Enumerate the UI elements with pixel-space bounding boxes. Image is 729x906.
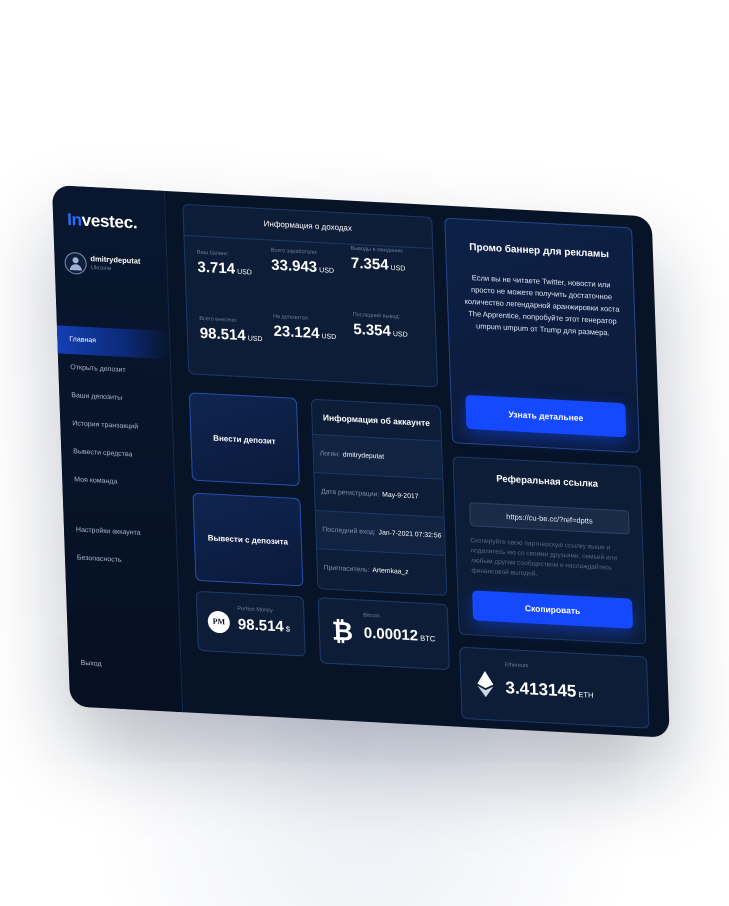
wallet-unit: $ [285,624,291,634]
perfect-money-icon: PM [207,610,231,634]
promo-text: Если вы не читаете Twitter, новости или … [464,273,620,338]
wallet-amount: 98.514 [237,616,285,636]
wallet-perfect-money: PM Perfect Money 98.514 $ [195,590,306,657]
stat-unit: USD [390,264,406,273]
account-row-inviter: Пригласитель: Artemkaa_z [317,548,447,593]
stat-on-deposits: На депозитах: 23.124 USD [273,314,350,345]
wallet-unit: ETH [578,689,594,700]
wallet-unit: BTC [419,633,436,644]
dashboard-window: Investec. dmitrydeputat Ukraine Главная … [52,185,670,738]
stat-value: 98.514 [199,324,246,345]
stat-unit: USD [237,268,253,277]
sidebar-nav: Главная Открыть депозит Ваши депозиты Ис… [56,325,178,578]
ethereum-icon [477,671,494,698]
scene: Investec. dmitrydeputat Ukraine Главная … [0,0,729,906]
wallet-value: 0.00012 BTC [364,625,436,646]
wallet-amount: 3.413145 [505,678,577,701]
wallet-value: 3.413145 ETH [505,678,594,703]
promo-banner: Промо баннер для рекламы Если вы не чита… [444,217,640,454]
promo-title: Промо баннер для рекламы [469,241,610,261]
bitcoin-icon: ₿ [331,615,354,647]
stat-value: 23.124 [273,322,320,343]
wallet-ethereum: Ethereum 3.413145 ETH [459,646,650,729]
account-key: Логин: [319,450,341,459]
wallet-name: Bitcoin [363,612,380,620]
stat-unit: USD [392,330,408,339]
stat-last-withdrawal: Последний вывод: 5.354 USD [353,312,430,343]
stat-balance: Ваш баланс: 3.714 USD [197,250,274,281]
stat-label: На депозитах: [272,313,310,322]
referral-link-field[interactable]: https://cu-be.cc/?ref=dptts [469,502,630,535]
stat-total-earned: Всего заработали: 33.943 USD [271,248,348,279]
referral-panel: Реферальная ссылка https://cu-be.cc/?ref… [452,456,647,645]
wallet-amount: 0.00012 [363,624,419,645]
account-value: Artemkaa_z [372,567,409,576]
user-profile[interactable]: dmitrydeputat Ukraine [64,251,161,285]
logo[interactable]: Investec. [67,210,138,234]
learn-more-button[interactable]: Узнать детальнее [465,394,627,438]
stat-value: 33.943 [270,256,318,276]
account-key: Последний вход: [322,526,376,537]
logo-suffix: vestec. [81,210,138,233]
wallet-bitcoin: ₿ Bitcoin 0.00012 BTC [317,597,450,671]
stat-pending-withdrawals: Выводы в ожидании: 7.354 USD [350,246,427,277]
stat-label: Ваш баланс: [196,249,230,258]
wallet-value: 98.514 $ [238,616,291,636]
withdraw-deposit-button[interactable]: Вывести с депозита [192,492,304,587]
account-key: Пригласитель: [323,564,370,574]
copy-button[interactable]: Скопировать [472,590,634,629]
logo-prefix: In [66,209,82,230]
account-info-panel: Информация об аккаунте Логин: dmitrydeput… [310,398,448,597]
referral-title: Реферальная ссылка [496,473,599,490]
stat-total-deposited: Всего внесено: 98.514 USD [199,316,276,347]
make-deposit-button[interactable]: Внести депозит [188,392,300,487]
stat-unit: USD [319,267,335,275]
stat-label: Последний вывод: [352,311,401,321]
sidebar: Investec. dmitrydeputat Ukraine Главная … [52,185,184,713]
stat-unit: USD [321,333,337,342]
referral-note: Скопируйте свою партнерскую ссылку выше … [470,537,618,578]
account-value: dmitrydeputat [342,451,385,461]
stat-value: 7.354 [350,254,389,274]
income-title: Информация о доходах [183,204,433,250]
withdraw-deposit-label: Вывести с депозита [207,532,289,547]
make-deposit-label: Внести депозит [213,433,276,446]
sidebar-item-my-team[interactable]: Моя команда [62,466,175,500]
account-key: Дата регистрации: [320,488,380,499]
stat-label: Всего внесено: [199,315,238,324]
account-value: May-9-2017 [382,491,419,501]
wallet-name: Perfect Money [237,605,273,614]
logout-link[interactable]: Выход [81,660,102,668]
stat-value: 3.714 [197,258,236,278]
stat-label: Всего заработали: [270,247,318,257]
account-value: Jan-7-2021 07:32:56 [378,529,442,540]
user-country: Ukraine [90,265,112,273]
stat-value: 5.354 [353,320,392,340]
stat-unit: USD [247,335,263,344]
wallet-name: Ethereum [504,662,529,670]
user-name: dmitrydeputat [90,254,141,266]
income-panel: Информация о доходах Ваш баланс: 3.714 US… [182,203,439,388]
sidebar-item-security[interactable]: Безопасность [64,544,177,578]
avatar-icon [64,251,88,275]
